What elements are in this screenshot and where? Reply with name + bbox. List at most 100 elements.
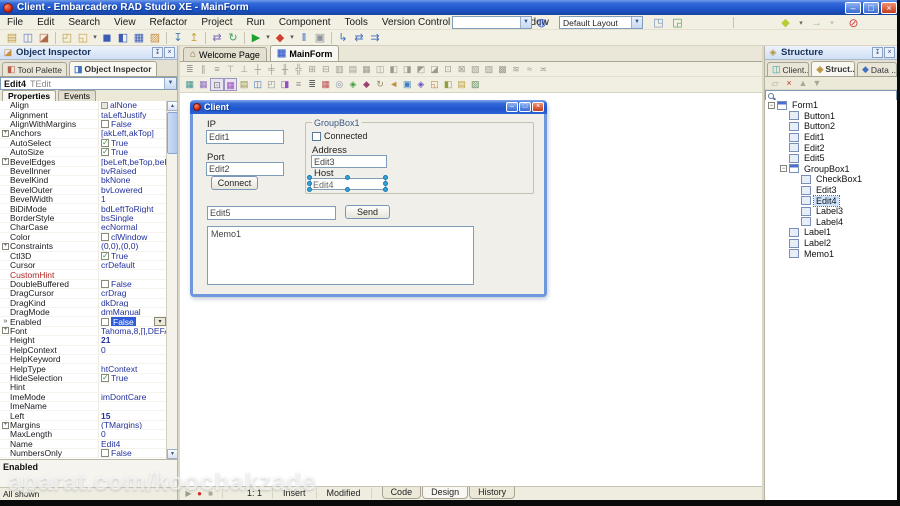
- open-project-icon[interactable]: ◱: [75, 31, 91, 45]
- designer-tool-icon[interactable]: ▦: [319, 78, 333, 91]
- structure-tree-item[interactable]: Label1: [765, 227, 897, 238]
- property-value[interactable]: dkDrag ▾: [98, 298, 166, 307]
- designer-tool-icon[interactable]: ↻: [373, 78, 387, 91]
- property-value[interactable]: dmManual ▾: [98, 307, 166, 317]
- checkbox-icon[interactable]: [312, 131, 321, 141]
- refresh-icon[interactable]: ↻: [225, 31, 241, 45]
- designer-tool-icon[interactable]: ⊡: [210, 78, 224, 91]
- menu-item[interactable]: Run: [239, 17, 271, 28]
- selection-handle[interactable]: [345, 187, 350, 192]
- expand-toggle[interactable]: +: [2, 242, 9, 250]
- form-close-button[interactable]: ×: [532, 102, 544, 112]
- edit3-field[interactable]: Edit3: [311, 155, 387, 168]
- align-tool-icon[interactable]: ◩: [414, 63, 428, 76]
- designer-tool-icon[interactable]: ≡: [292, 78, 306, 91]
- structure-tree-item[interactable]: Memo1: [765, 248, 897, 259]
- structure-tree-item[interactable]: Edit3: [765, 185, 897, 196]
- prop-checkbox[interactable]: [101, 449, 109, 458]
- property-value[interactable]: taLeftJustify ▾: [98, 110, 166, 119]
- align-tool-icon[interactable]: ≡: [210, 63, 224, 76]
- set-debug-desktop-icon[interactable]: ◲: [670, 16, 685, 29]
- align-tool-icon[interactable]: ⊥: [237, 63, 251, 76]
- property-value[interactable]: Edit4 ▾: [98, 439, 166, 449]
- align-tool-icon[interactable]: ◧: [387, 63, 401, 76]
- browse-forward-icon[interactable]: →: [809, 17, 824, 29]
- designer-tool-icon[interactable]: ▦: [183, 78, 197, 91]
- designer-tool-icon[interactable]: ◫: [251, 78, 265, 91]
- layout-combo[interactable]: Default Layout ▼: [559, 16, 643, 29]
- expand-toggle[interactable]: +: [2, 129, 9, 137]
- toolbar-icon[interactable]: [244, 31, 245, 44]
- panel-tab[interactable]: ◫ Client...: [767, 62, 810, 76]
- connected-checkbox[interactable]: Connected: [312, 131, 368, 141]
- tree-expand-toggle[interactable]: −: [780, 165, 787, 173]
- menu-item[interactable]: Refactor: [143, 17, 195, 28]
- designer-tool-icon[interactable]: ▤: [455, 78, 469, 91]
- align-tool-icon[interactable]: ▩: [496, 63, 510, 76]
- align-tool-icon[interactable]: ⊟: [319, 63, 333, 76]
- editor-tab[interactable]: ▦ MainForm: [269, 45, 340, 61]
- structure-tree-item[interactable]: − Form1: [765, 100, 897, 111]
- structure-tree-item[interactable]: Label2: [765, 238, 897, 249]
- edit1-field[interactable]: Edit1: [206, 130, 284, 144]
- save-desktop-icon[interactable]: ◳: [651, 16, 666, 29]
- abort-icon[interactable]: ⊘: [846, 16, 861, 30]
- step-over-icon[interactable]: ⇄: [351, 31, 367, 45]
- property-value[interactable]: True ▾: [98, 138, 166, 148]
- parameters-caret[interactable]: ▾: [288, 31, 296, 45]
- chevron-down-icon[interactable]: ▼: [164, 78, 176, 89]
- selection-handle[interactable]: [307, 187, 312, 192]
- selection-handle[interactable]: [383, 181, 388, 186]
- menu-item[interactable]: File: [0, 17, 30, 28]
- prop-checkbox[interactable]: [101, 374, 109, 382]
- property-value[interactable]: ▾: [98, 270, 166, 279]
- property-value[interactable]: Tahoma,8,[],DEFAUL ▾: [98, 326, 166, 336]
- align-tool-icon[interactable]: ⊠: [455, 63, 469, 76]
- panel-tab[interactable]: ◈ Struct...: [811, 61, 855, 76]
- property-value[interactable]: False ▾: [98, 317, 166, 326]
- selection-handle[interactable]: [307, 175, 312, 180]
- property-value[interactable]: clWindow ▾: [98, 232, 166, 242]
- groupbox1[interactable]: GroupBox1 Connected Address Edit3 Host E…: [305, 118, 534, 194]
- property-row[interactable]: NumbersOnly False ▾: [0, 448, 166, 459]
- prop-tab[interactable]: Properties: [2, 90, 57, 101]
- edit5-field[interactable]: Edit5: [207, 206, 336, 220]
- property-value[interactable]: alNone ▾: [98, 101, 166, 110]
- structure-tree-item[interactable]: Label3: [765, 206, 897, 217]
- desktop-layout-combo[interactable]: ▼: [452, 16, 532, 29]
- designer-tool-icon[interactable]: ▣: [401, 78, 415, 91]
- record-macro-icon[interactable]: ●: [194, 489, 205, 498]
- structure-tree-item[interactable]: Button2: [765, 121, 897, 132]
- prop-checkbox[interactable]: [101, 148, 109, 157]
- trace-into-icon[interactable]: ↳: [335, 31, 351, 45]
- memo1-field[interactable]: Memo1: [207, 226, 474, 285]
- property-value[interactable]: bdLeftToRight ▾: [98, 204, 166, 213]
- align-tool-icon[interactable]: ◨: [401, 63, 415, 76]
- align-tool-icon[interactable]: ∥: [197, 63, 211, 76]
- open-file-icon[interactable]: ◫: [20, 31, 36, 45]
- menu-item[interactable]: Version Control: [375, 17, 457, 28]
- structure-tree-item[interactable]: Edit1: [765, 132, 897, 143]
- property-value[interactable]: [akLeft,akTop] ▾: [98, 129, 166, 138]
- close-icon[interactable]: ×: [884, 47, 895, 58]
- structure-tree-item[interactable]: Button1: [765, 111, 897, 122]
- run-caret[interactable]: ▾: [264, 31, 272, 45]
- selection-handle[interactable]: [383, 187, 388, 192]
- scroll-thumb[interactable]: [167, 112, 177, 154]
- pin-icon[interactable]: ↧: [872, 47, 883, 58]
- align-tool-icon[interactable]: ╫: [278, 63, 292, 76]
- designer-tool-icon[interactable]: ◰: [265, 78, 279, 91]
- property-value[interactable]: ▾: [98, 383, 166, 392]
- connect-button[interactable]: Connect: [211, 176, 258, 190]
- prop-tab[interactable]: Events: [58, 90, 97, 101]
- delete-icon[interactable]: ×: [782, 78, 796, 88]
- align-tool-icon[interactable]: ╬: [292, 63, 306, 76]
- property-value[interactable]: bvLowered ▾: [98, 185, 166, 195]
- close-file-icon[interactable]: ◪: [36, 31, 52, 45]
- save-as-icon[interactable]: ◧: [115, 31, 131, 45]
- property-value[interactable]: bsSingle ▾: [98, 213, 166, 223]
- run-icon[interactable]: ▶: [248, 31, 264, 45]
- property-value[interactable]: 0 ▾: [98, 430, 166, 439]
- panel-tab[interactable]: ◨ Object Inspector: [68, 61, 157, 76]
- prop-checkbox[interactable]: [101, 252, 109, 260]
